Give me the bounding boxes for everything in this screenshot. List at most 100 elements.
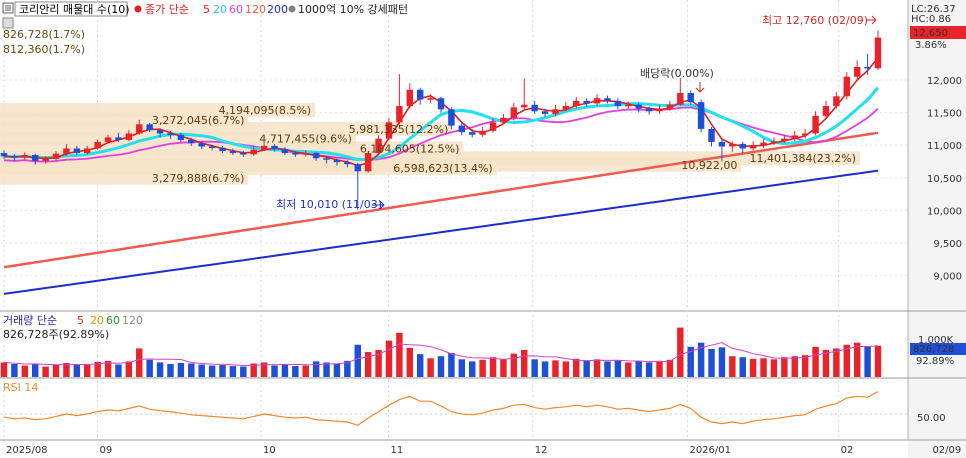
ma60-legend: 60: [229, 3, 243, 16]
volume-bar: [468, 361, 476, 377]
volume-bar: [749, 358, 757, 377]
candle-body: [853, 66, 861, 77]
candle-body: [479, 130, 486, 135]
candle-body: [541, 111, 549, 114]
volume-bar: [562, 361, 570, 377]
price-tick-label: 9,000: [933, 272, 962, 283]
ma120-legend: 120: [245, 3, 266, 16]
volume-bar: [177, 362, 185, 377]
volume-bar: [541, 361, 549, 377]
volume-bar: [333, 363, 341, 377]
candle-body: [42, 158, 49, 161]
date-tick-label: 10: [263, 445, 276, 456]
volume-bar: [271, 365, 278, 377]
volume-bar: [281, 364, 289, 377]
volume-bar: [240, 366, 247, 377]
date-tick-label: 02/09: [932, 445, 961, 456]
candle-body: [94, 141, 101, 149]
volume-bar: [645, 362, 653, 377]
candle-body: [531, 104, 538, 112]
candle-body: [219, 147, 226, 152]
volume-bar: [52, 364, 60, 377]
candle-body: [822, 106, 830, 116]
candle-body: [791, 135, 798, 139]
candle-body: [458, 125, 466, 133]
volume-bar: [874, 345, 882, 377]
volume-bar: [302, 365, 309, 377]
volume-bar: [416, 354, 424, 377]
volume-bar: [437, 356, 445, 377]
volume-profile-label: 3,272,045(6.7%): [152, 114, 245, 127]
price-tick-label: 11,500: [927, 109, 962, 120]
volume-bar: [739, 357, 746, 377]
volume-bar: [708, 348, 715, 377]
y-axis-panel: [908, 0, 966, 458]
candle-body: [260, 145, 268, 150]
candle-body: [801, 133, 809, 136]
chart-background: [0, 0, 966, 458]
candle-body: [21, 154, 29, 158]
candle-body: [656, 108, 663, 112]
volume-bar: [853, 342, 861, 377]
volume-bar: [593, 359, 601, 377]
candle-body: [874, 37, 882, 69]
volume-profile-label: 6,104,605(12.5%): [360, 142, 460, 155]
date-tick-label: 11: [391, 445, 404, 456]
candle-body: [552, 109, 559, 114]
volume-bar: [73, 365, 81, 377]
candle-body: [323, 158, 330, 160]
candle-body: [573, 100, 580, 107]
candle-body: [697, 102, 705, 129]
candle-body: [760, 142, 767, 146]
candle-body: [364, 153, 372, 172]
candle-body: [354, 164, 361, 172]
dividend-annotation: 배당락(0.00%): [640, 67, 714, 80]
candle-body: [292, 153, 299, 155]
volume-bar: [781, 357, 788, 377]
volume-bar: [614, 360, 622, 377]
volume-bar: [292, 366, 299, 377]
candle-body: [739, 143, 746, 149]
volume-bar: [229, 366, 237, 377]
candle-body: [271, 145, 278, 150]
volume-bar: [188, 363, 195, 377]
candle-body: [833, 96, 840, 107]
candle-body: [281, 149, 289, 154]
candle-body: [104, 137, 112, 142]
ma-bullet-icon: [134, 5, 142, 13]
candle-body: [167, 133, 174, 135]
candle-body: [448, 109, 455, 126]
volume-bar: [531, 359, 538, 377]
date-tick-label: 09: [100, 445, 113, 456]
volume-bar: [656, 360, 663, 377]
candle-body: [864, 66, 871, 69]
volume-bar: [219, 365, 226, 377]
hc-label: HC:0.86: [911, 14, 951, 25]
volume-bar: [521, 349, 528, 377]
candle-body: [500, 117, 507, 123]
volume-bar: [42, 366, 49, 377]
candle-body: [729, 143, 736, 147]
price-legend-prefix: 종가 단순: [145, 3, 189, 16]
corner-label-2: 812,360(1.7%): [3, 43, 85, 56]
volume-bar: [354, 344, 361, 377]
candle-body: [521, 104, 528, 108]
volume-pct-label: 92.89%: [916, 356, 954, 367]
rsi-title: RSI 14: [3, 381, 38, 394]
grid-toggle-icon[interactable]: [2, 17, 14, 29]
candle-body: [136, 124, 143, 134]
volume-bar: [312, 361, 320, 377]
volume-profile-label: 10,922,00: [681, 159, 737, 172]
candle-body: [0, 153, 8, 157]
volume-bar: [115, 364, 122, 377]
candle-body: [250, 149, 257, 155]
candle-body: [583, 100, 590, 104]
price-tick-label: 12,000: [927, 76, 962, 87]
volume-profile-label: 3,279,888(6.7%): [152, 172, 245, 185]
volume-bar: [198, 364, 205, 377]
volume-bar: [573, 358, 580, 377]
candle-body: [666, 104, 674, 109]
volume-bar: [729, 356, 736, 377]
candle-body: [333, 159, 341, 163]
volume-bar: [625, 362, 632, 377]
